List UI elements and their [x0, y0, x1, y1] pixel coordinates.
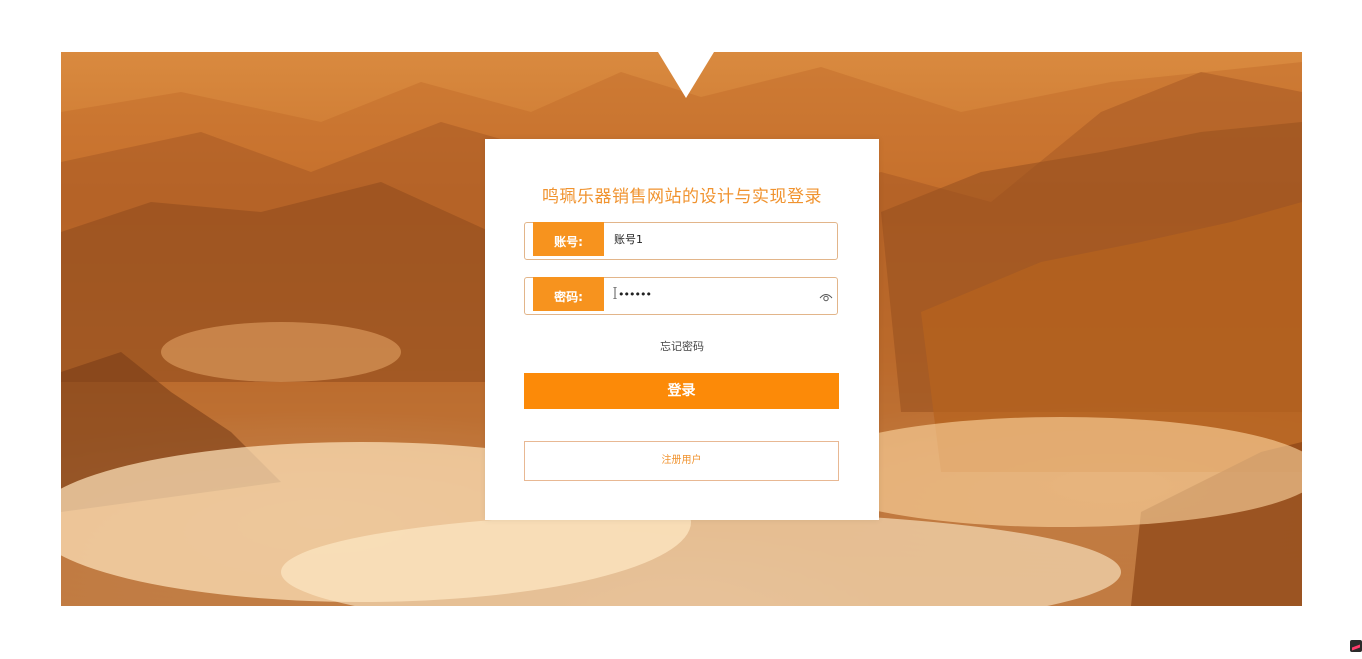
- password-input[interactable]: ••••••: [618, 278, 652, 314]
- account-label: 账号:: [533, 222, 604, 256]
- password-label: 密码:: [533, 277, 604, 311]
- register-button[interactable]: 注册用户: [524, 441, 839, 481]
- text-cursor-icon: [613, 287, 617, 299]
- eye-icon[interactable]: [819, 291, 833, 303]
- login-card: 鸣珮乐器销售网站的设计与实现登录 账号: 账号1 密码: •••••• 忘记密码…: [485, 139, 879, 520]
- password-field[interactable]: 密码: ••••••: [524, 277, 838, 315]
- login-page: 鸣珮乐器销售网站的设计与实现登录 账号: 账号1 密码: •••••• 忘记密码…: [0, 0, 1362, 659]
- forgot-password-link[interactable]: 忘记密码: [485, 338, 879, 354]
- account-input[interactable]: 账号1: [614, 223, 643, 259]
- top-notch: [658, 52, 714, 98]
- app-badge-icon: [1350, 640, 1362, 652]
- page-title: 鸣珮乐器销售网站的设计与实现登录: [542, 187, 822, 207]
- login-button[interactable]: 登录: [524, 373, 839, 409]
- account-field[interactable]: 账号: 账号1: [524, 222, 838, 260]
